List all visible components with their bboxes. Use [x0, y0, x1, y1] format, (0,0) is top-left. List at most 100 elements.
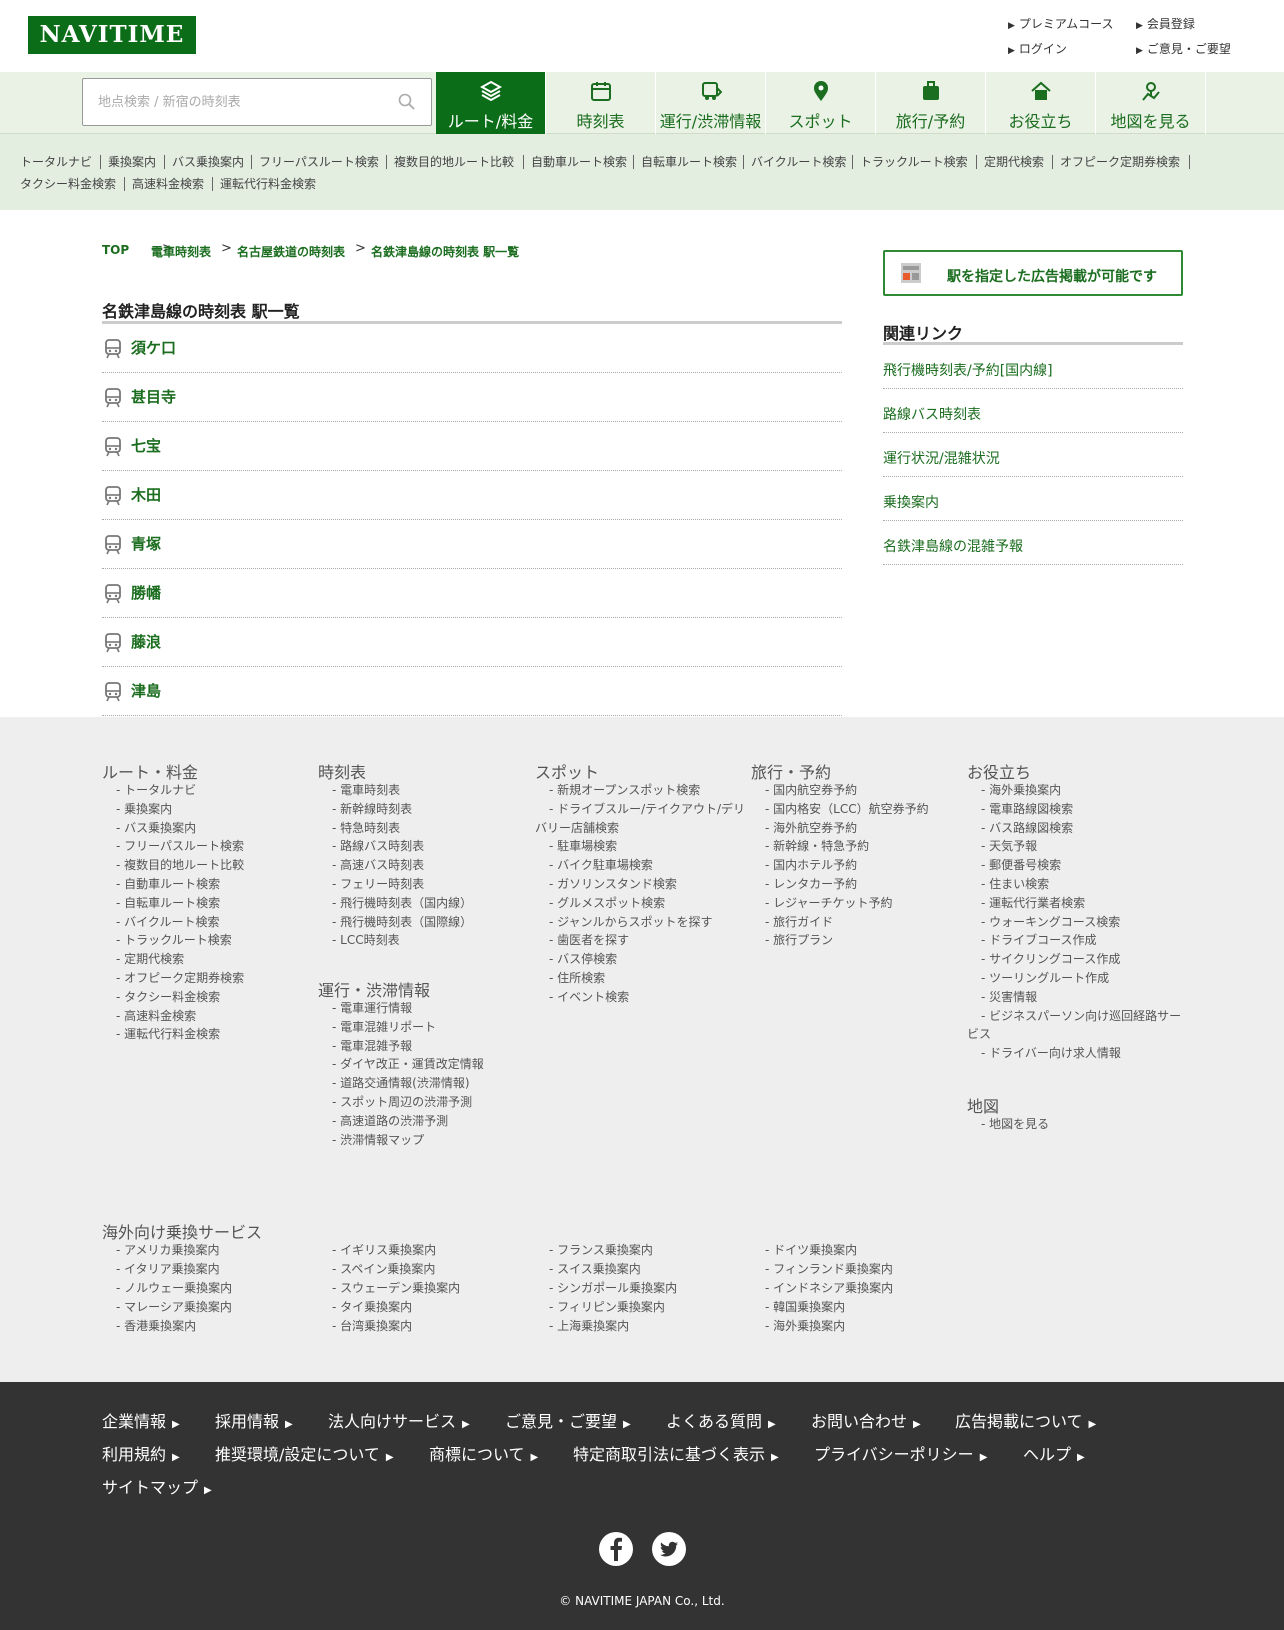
footer-link[interactable]: - 自転車ルート検索: [116, 896, 220, 911]
subnav-link[interactable]: 定期代検索: [984, 153, 1044, 170]
subnav-link[interactable]: バス乗換案内: [172, 153, 244, 170]
overseas-link[interactable]: - フィンランド乗換案内: [765, 1262, 893, 1277]
overseas-link[interactable]: - 韓国乗換案内: [765, 1300, 845, 1315]
overseas-link[interactable]: - 香港乗換案内: [116, 1319, 196, 1334]
footer-bottom-link[interactable]: お問い合わせ ▶: [811, 1408, 921, 1432]
overseas-link[interactable]: - 台湾乗換案内: [332, 1319, 412, 1334]
related-link[interactable]: 路線バス時刻表: [883, 389, 1183, 433]
related-link[interactable]: 飛行機時刻表/予約[国内線]: [883, 345, 1183, 389]
footer-bottom-link[interactable]: 推奨環境/設定について ▶: [215, 1441, 394, 1465]
footer-link[interactable]: - 海外乗換案内: [981, 783, 1061, 798]
overseas-link[interactable]: - タイ乗換案内: [332, 1300, 412, 1315]
breadcrumb-top[interactable]: TOP: [102, 243, 129, 257]
subnav-link[interactable]: 運転代行料金検索: [220, 175, 316, 192]
footer-link[interactable]: - バイク駐車場検索: [549, 858, 653, 873]
footer-link[interactable]: - 住所検索: [549, 971, 605, 986]
footer-link[interactable]: - 定期代検索: [116, 952, 184, 967]
footer-bottom-link[interactable]: ヘルプ ▶: [1023, 1441, 1085, 1465]
subnav-link[interactable]: バイクルート検索: [751, 153, 846, 170]
subnav-link[interactable]: トラックルート検索: [860, 153, 968, 170]
overseas-link[interactable]: - マレーシア乗換案内: [116, 1300, 232, 1315]
nav-spot[interactable]: スポット: [766, 72, 876, 134]
footer-link[interactable]: - ドライブコース作成: [981, 933, 1097, 948]
footer-link[interactable]: - ジャンルからスポットを探す: [549, 915, 713, 930]
footer-link[interactable]: ビス: [967, 1027, 991, 1042]
footer-link[interactable]: - サイクリングコース作成: [981, 952, 1120, 967]
footer-link[interactable]: - 天気予報: [981, 839, 1037, 854]
overseas-link[interactable]: - 上海乗換案内: [549, 1319, 629, 1334]
footer-link[interactable]: - 飛行機時刻表（国内線）: [332, 896, 472, 911]
footer-link[interactable]: - 電車運行情報: [332, 1001, 412, 1016]
nav-timetable[interactable]: 時刻表: [546, 72, 656, 134]
footer-bottom-link[interactable]: ご意見・ご要望 ▶: [505, 1408, 631, 1432]
footer-bottom-link[interactable]: よくある質問 ▶: [666, 1408, 776, 1432]
subnav-link[interactable]: タクシー料金検索: [20, 175, 116, 192]
nav-route[interactable]: ルート/料金: [436, 72, 546, 134]
feedback-link[interactable]: ▶ ご意見・ご要望: [1136, 40, 1231, 57]
footer-link[interactable]: - 住まい検索: [981, 877, 1049, 892]
subnav-link[interactable]: 自転車ルート検索: [641, 153, 737, 170]
footer-link[interactable]: - 新幹線・特急予約: [765, 839, 869, 854]
related-link[interactable]: 乗換案内: [883, 477, 1183, 521]
footer-link[interactable]: - 自動車ルート検索: [116, 877, 220, 892]
footer-link[interactable]: - バス乗換案内: [116, 821, 196, 836]
footer-link[interactable]: - スポット周辺の渋滞予測: [332, 1095, 472, 1110]
footer-link[interactable]: - ドライバー向け求人情報: [981, 1046, 1121, 1061]
ad-banner[interactable]: 駅を指定した広告掲載が可能です: [883, 250, 1183, 296]
overseas-link[interactable]: - スペイン乗換案内: [332, 1262, 435, 1277]
station-item[interactable]: 須ケ口: [102, 324, 842, 373]
footer-link[interactable]: - 高速道路の渋滞予測: [332, 1114, 448, 1129]
subnav-link[interactable]: フリーパスルート検索: [259, 153, 379, 170]
login-link[interactable]: ▶ ログイン: [1008, 40, 1067, 57]
facebook-icon[interactable]: [598, 1531, 634, 1567]
footer-link[interactable]: - ビジネスパーソン向け巡回経路サー: [981, 1009, 1181, 1024]
overseas-link[interactable]: - ノルウェー乗換案内: [116, 1281, 232, 1296]
footer-link[interactable]: - ダイヤ改正・運賃改定情報: [332, 1057, 484, 1072]
footer-link[interactable]: - ツーリングルート作成: [981, 971, 1109, 986]
search-icon[interactable]: [397, 92, 417, 112]
footer-link[interactable]: - レンタカー予約: [765, 877, 857, 892]
footer-link[interactable]: - 渋滞情報マップ: [332, 1133, 424, 1148]
footer-link[interactable]: - 複数目的地ルート比較: [116, 858, 244, 873]
footer-link[interactable]: - トータルナビ: [116, 783, 196, 798]
nav-traffic[interactable]: 運行/渋滞情報: [656, 72, 766, 134]
breadcrumb-meitetsu[interactable]: 名古屋鉄道の時刻表: [237, 243, 345, 260]
nav-useful[interactable]: お役立ち: [986, 72, 1096, 134]
related-link[interactable]: 名鉄津島線の混雑予報: [883, 521, 1183, 565]
footer-link[interactable]: - フェリー時刻表: [332, 877, 424, 892]
subnav-link[interactable]: 自動車ルート検索: [531, 153, 627, 170]
overseas-link[interactable]: - インドネシア乗換案内: [765, 1281, 893, 1296]
footer-link[interactable]: - 旅行ガイド: [765, 915, 833, 930]
footer-link[interactable]: - 特急時刻表: [332, 821, 400, 836]
footer-bottom-link[interactable]: 商標について ▶: [429, 1441, 538, 1465]
related-link[interactable]: 運行状況/混雑状況: [883, 433, 1183, 477]
footer-link[interactable]: - 路線バス時刻表: [332, 839, 424, 854]
footer-link[interactable]: - 郵便番号検索: [981, 858, 1061, 873]
overseas-link[interactable]: - 海外乗換案内: [765, 1319, 845, 1334]
station-item[interactable]: 七宝: [102, 422, 842, 471]
footer-link[interactable]: - 乗換案内: [116, 802, 172, 817]
navitime-logo[interactable]: NAVITIME: [28, 16, 196, 54]
footer-link[interactable]: - グルメスポット検索: [549, 896, 665, 911]
footer-link[interactable]: - ガソリンスタンド検索: [549, 877, 677, 892]
station-item[interactable]: 青塚: [102, 520, 842, 569]
register-link[interactable]: ▶ 会員登録: [1136, 15, 1195, 32]
search-input[interactable]: [83, 79, 383, 125]
premium-course-link[interactable]: ▶ プレミアムコース: [1008, 15, 1113, 32]
station-item[interactable]: 津島: [102, 667, 842, 716]
footer-link[interactable]: - バス停検索: [549, 952, 617, 967]
footer-link[interactable]: - 飛行機時刻表（国際線）: [332, 915, 472, 930]
twitter-icon[interactable]: [651, 1531, 687, 1567]
footer-link[interactable]: - 国内航空券予約: [765, 783, 857, 798]
footer-link[interactable]: - ドライブスルー/テイクアウト/デリ: [549, 802, 745, 817]
overseas-link[interactable]: - シンガポール乗換案内: [549, 1281, 677, 1296]
overseas-link[interactable]: - スウェーデン乗換案内: [332, 1281, 460, 1296]
footer-link[interactable]: - 国内格安（LCC）航空券予約: [765, 802, 929, 817]
footer-link[interactable]: - 高速バス時刻表: [332, 858, 424, 873]
footer-link[interactable]: - 国内ホテル予約: [765, 858, 857, 873]
footer-link[interactable]: - 電車混雑リポート: [332, 1020, 436, 1035]
footer-link[interactable]: - 新規オープンスポット検索: [549, 783, 700, 798]
overseas-link[interactable]: - フランス乗換案内: [549, 1243, 653, 1258]
footer-link[interactable]: - 高速料金検索: [116, 1009, 196, 1024]
station-item[interactable]: 甚目寺: [102, 373, 842, 422]
